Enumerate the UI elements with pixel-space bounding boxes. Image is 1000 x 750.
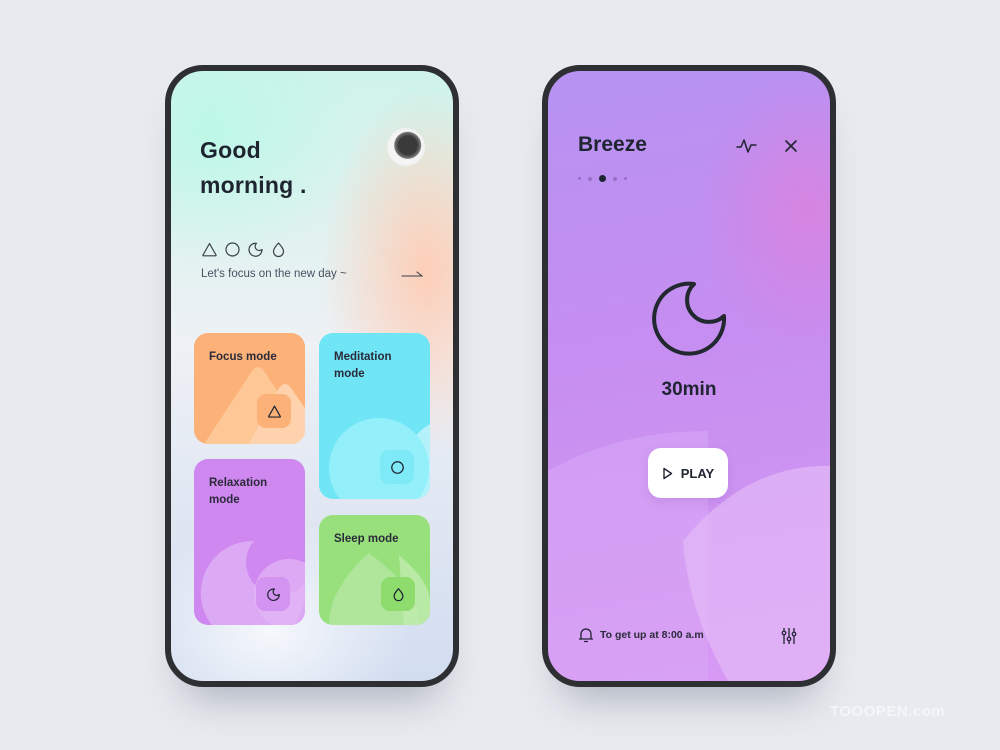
phone-breeze-screen: Breeze 30min PLAY To get up at 8:00 a.m <box>542 65 836 687</box>
duration-label: 30min <box>661 379 717 400</box>
card-relaxation-mode[interactable]: Relaxation mode <box>194 459 305 625</box>
card-meditation-mode[interactable]: Meditation mode <box>319 333 430 499</box>
circle-icon[interactable] <box>380 450 414 484</box>
card-sleep-mode[interactable]: Sleep mode <box>319 515 430 625</box>
watermark: TOOOPEN.com <box>830 703 946 720</box>
alarm-text: To get up at 8:00 a.m <box>600 629 704 641</box>
circle-icon <box>224 241 241 258</box>
play-button[interactable]: PLAY <box>648 448 728 498</box>
play-label: PLAY <box>680 465 715 481</box>
tagline: Let's focus on the new day ~ <box>201 268 347 280</box>
drop-icon <box>270 241 287 258</box>
moon-icon[interactable] <box>256 577 290 611</box>
avatar[interactable] <box>387 128 425 166</box>
page-dot-active[interactable] <box>599 175 606 182</box>
page-indicator <box>578 175 627 182</box>
sliders-settings-icon[interactable] <box>781 627 797 645</box>
page-dot[interactable] <box>613 176 617 181</box>
moon-icon <box>648 276 732 360</box>
moon-icon <box>247 241 264 258</box>
page-dot[interactable] <box>588 176 592 181</box>
triangle-icon <box>201 241 218 258</box>
page-dot[interactable] <box>578 177 581 180</box>
drop-icon[interactable] <box>381 577 415 611</box>
mode-icons-row <box>201 241 287 258</box>
greeting-line-1: Good <box>200 137 261 163</box>
bell-icon[interactable] <box>578 627 594 644</box>
play-icon <box>663 467 672 479</box>
background-decoration <box>548 431 830 681</box>
card-label: Sleep mode <box>334 533 399 545</box>
greeting-heading: Good morning . <box>200 133 307 203</box>
card-focus-mode[interactable]: Focus mode <box>194 333 305 444</box>
arrow-right-icon[interactable] <box>401 267 424 279</box>
greeting-line-2: morning . <box>200 172 307 198</box>
close-icon[interactable] <box>782 137 800 155</box>
triangle-icon[interactable] <box>257 394 291 428</box>
page-dot[interactable] <box>624 177 627 180</box>
phone-home-screen: Good morning . Let's focus on the new da… <box>165 65 459 687</box>
card-label: Meditation mode <box>334 351 392 380</box>
card-label: Relaxation mode <box>209 477 268 506</box>
card-label: Focus mode <box>209 351 277 363</box>
screen-title: Breeze <box>578 133 647 156</box>
activity-pulse-icon[interactable] <box>736 137 758 155</box>
